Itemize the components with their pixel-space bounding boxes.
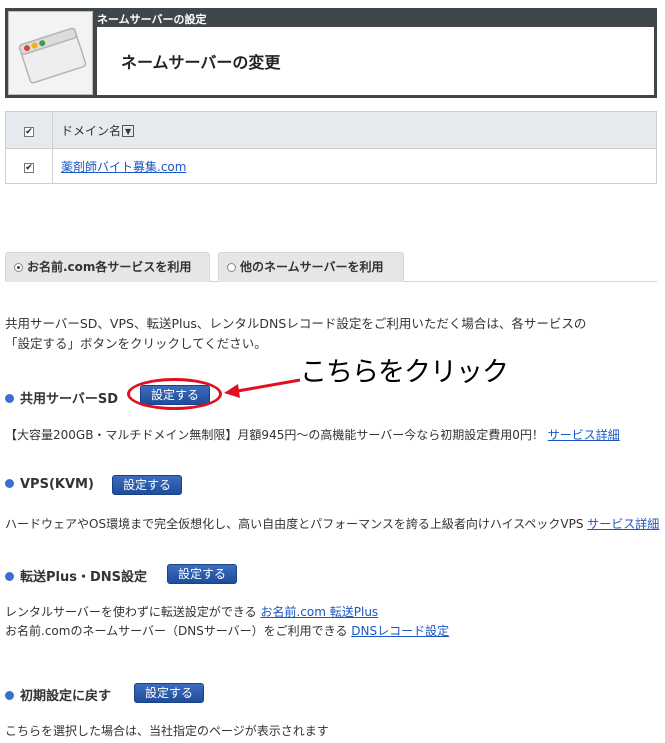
desc-text: レンタルサーバーを使わずに転送設定ができる: [5, 605, 257, 619]
domain-link[interactable]: 薬剤師バイト募集.com: [61, 160, 186, 174]
shared-server-desc: 【大容量200GB・マルチドメイン無制限】月額945円～の高機能サーバー今なら初…: [5, 425, 620, 445]
select-all-checkbox[interactable]: ✔: [24, 127, 34, 137]
service-tabs: お名前.com各サービスを利用 他のネームサーバーを利用: [5, 252, 657, 282]
table-row: ✔ 薬剤師バイト募集.com: [5, 148, 657, 184]
service-detail-link[interactable]: サービス詳細: [548, 428, 620, 442]
desc-text: ハードウェアやOS環境まで完全仮想化し、高い自由度とパフォーマンスを誇る上級者向…: [5, 517, 584, 531]
row-checkbox[interactable]: ✔: [24, 163, 34, 173]
section-title-text: 共用サーバーSD: [20, 392, 119, 407]
transfer-desc: レンタルサーバーを使わずに転送設定ができる お名前.com 転送Plus: [5, 602, 378, 622]
annotation-text: こちらをクリック: [300, 357, 509, 388]
tab-label: 他のネームサーバーを利用: [240, 260, 384, 274]
section-title-transfer-dns: 転送Plus・DNS設定: [5, 566, 147, 585]
dns-desc: お名前.comのネームサーバー（DNSサーバー）をご利用できる DNSレコード設…: [5, 621, 449, 641]
annotation-arrow-icon: [224, 378, 301, 398]
domain-column-header: ドメイン名 ▼: [52, 111, 657, 149]
section-title-shared-server: 共用サーバーSD: [5, 388, 118, 407]
title-box: ネームサーバーの変更: [97, 27, 654, 95]
tab-label: お名前.com各サービスを利用: [27, 260, 192, 274]
bullet-icon: [5, 394, 14, 403]
tab-onamae-services[interactable]: お名前.com各サービスを利用: [5, 252, 210, 282]
highlight-circle: [127, 378, 222, 410]
reset-setup-button[interactable]: 設定する: [134, 683, 205, 703]
row-checkbox-cell: ✔: [5, 148, 53, 184]
section-label: ネームサーバーの設定: [97, 13, 207, 26]
section-title-text: VPS(KVM): [20, 477, 94, 492]
domain-cell: 薬剤師バイト募集.com: [52, 148, 657, 184]
section-title-reset: 初期設定に戻す: [5, 685, 111, 704]
reset-desc: こちらを選択した場合は、当社指定のページが表示されます: [5, 724, 329, 738]
dns-record-link[interactable]: DNSレコード設定: [351, 624, 449, 638]
intro-text-line1: 共用サーバーSD、VPS、転送Plus、レンタルDNSレコード設定をご利用いただ…: [5, 316, 587, 331]
browser-window-icon: [18, 27, 87, 84]
bullet-icon: [5, 479, 14, 488]
desc-text: 【大容量200GB・マルチドメイン無制限】月額945円～の高機能サーバー今なら初…: [5, 428, 544, 442]
column-header-label: ドメイン名: [61, 123, 122, 138]
service-detail-link[interactable]: サービス詳細: [587, 517, 659, 531]
page-header: ネームサーバーの設定 ネームサーバーの変更: [5, 8, 657, 98]
vps-desc: ハードウェアやOS環境まで完全仮想化し、高い自由度とパフォーマンスを誇る上級者向…: [5, 514, 659, 534]
bullet-icon: [5, 691, 14, 700]
section-title-text: 転送Plus・DNS設定: [20, 570, 148, 585]
intro-text-line2: 「設定する」ボタンをクリックしてください。: [5, 336, 267, 351]
tab-other-nameserver[interactable]: 他のネームサーバーを利用: [218, 252, 404, 282]
radio-unselected-icon: [227, 263, 236, 272]
table-header-row: ✔ ドメイン名 ▼: [5, 111, 657, 149]
header-checkbox-cell: ✔: [5, 111, 53, 149]
radio-selected-icon: [14, 263, 23, 272]
section-title-vps: VPS(KVM): [5, 477, 94, 492]
sort-down-icon[interactable]: ▼: [122, 124, 135, 137]
bullet-icon: [5, 572, 14, 581]
section-title-text: 初期設定に戻す: [20, 689, 112, 704]
vps-setup-button[interactable]: 設定する: [112, 475, 183, 495]
desc-text: お名前.comのネームサーバー（DNSサーバー）をご利用できる: [5, 624, 348, 638]
transfer-plus-link[interactable]: お名前.com 転送Plus: [260, 605, 378, 619]
page-title: ネームサーバーの変更: [121, 53, 281, 72]
domain-table: ✔ ドメイン名 ▼ ✔ 薬剤師バイト募集.com: [5, 111, 657, 184]
transfer-dns-setup-button[interactable]: 設定する: [167, 564, 238, 584]
header-icon-frame: [8, 11, 93, 95]
